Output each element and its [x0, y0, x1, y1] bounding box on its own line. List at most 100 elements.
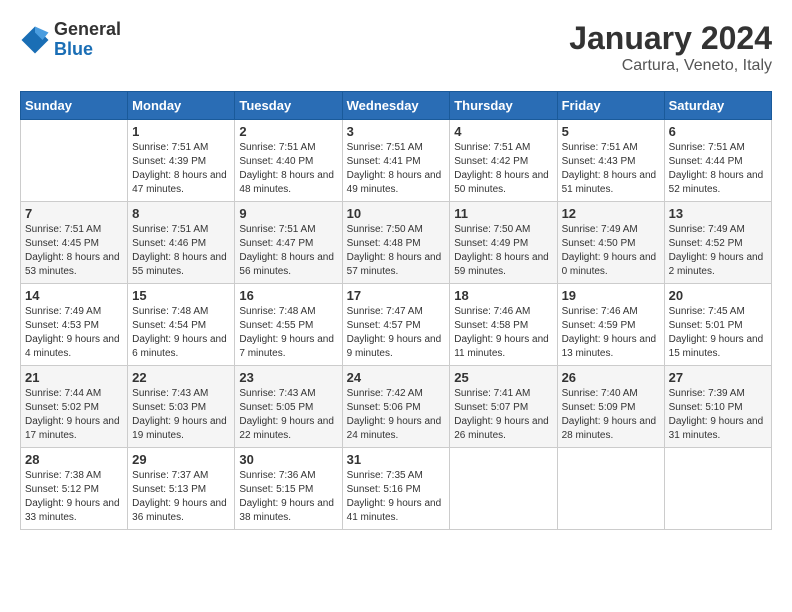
calendar-cell: 14 Sunrise: 7:49 AM Sunset: 4:53 PM Dayli…	[21, 284, 128, 366]
calendar-cell	[664, 448, 771, 530]
week-row-1: 7Sunrise: 7:51 AM Sunset: 4:45 PM Daylig…	[21, 202, 772, 284]
day-info: Sunrise: 7:49 AM Sunset: 4:50 PM Dayligh…	[562, 223, 660, 279]
calendar-cell: 24 Sunrise: 7:42 AM Sunset: 5:06 PM Dayli…	[342, 366, 450, 448]
calendar-cell: 11Sunrise: 7:50 AM Sunset: 4:49 PM Dayli…	[450, 202, 557, 284]
day-info: Sunrise: 7:47 AM Sunset: 4:57 PM Dayligh…	[347, 305, 446, 361]
day-info: Sunrise: 7:51 AM Sunset: 4:41 PM Dayligh…	[347, 141, 446, 197]
day-info: Sunrise: 7:48 AM Sunset: 4:55 PM Dayligh…	[239, 305, 337, 361]
day-info: Sunrise: 7:48 AM Sunset: 4:54 PM Dayligh…	[132, 305, 230, 361]
calendar-cell: 30Sunrise: 7:36 AM Sunset: 5:15 PM Dayli…	[235, 448, 342, 530]
day-number: 2	[239, 124, 337, 139]
calendar-cell	[21, 120, 128, 202]
day-info: Sunrise: 7:43 AM Sunset: 5:03 PM Dayligh…	[132, 387, 230, 443]
header-monday: Monday	[128, 92, 235, 120]
day-info: Sunrise: 7:51 AM Sunset: 4:43 PM Dayligh…	[562, 141, 660, 197]
day-number: 16	[239, 288, 337, 303]
day-number: 10	[347, 206, 446, 221]
calendar-cell: 17 Sunrise: 7:47 AM Sunset: 4:57 PM Dayli…	[342, 284, 450, 366]
day-number: 7	[25, 206, 123, 221]
calendar-cell	[557, 448, 664, 530]
day-number: 1	[132, 124, 230, 139]
calendar-cell: 2 Sunrise: 7:51 AM Sunset: 4:40 PM Daylig…	[235, 120, 342, 202]
day-number: 17	[347, 288, 446, 303]
calendar-cell: 21Sunrise: 7:44 AM Sunset: 5:02 PM Dayli…	[21, 366, 128, 448]
week-row-3: 21Sunrise: 7:44 AM Sunset: 5:02 PM Dayli…	[21, 366, 772, 448]
day-number: 24	[347, 370, 446, 385]
calendar-cell: 8Sunrise: 7:51 AM Sunset: 4:46 PM Daylig…	[128, 202, 235, 284]
day-number: 8	[132, 206, 230, 221]
day-info: Sunrise: 7:44 AM Sunset: 5:02 PM Dayligh…	[25, 387, 123, 443]
calendar-cell: 23 Sunrise: 7:43 AM Sunset: 5:05 PM Dayli…	[235, 366, 342, 448]
day-number: 14	[25, 288, 123, 303]
calendar-body: 1 Sunrise: 7:51 AM Sunset: 4:39 PM Daylig…	[21, 120, 772, 530]
calendar-cell: 7Sunrise: 7:51 AM Sunset: 4:45 PM Daylig…	[21, 202, 128, 284]
calendar-cell: 6 Sunrise: 7:51 AM Sunset: 4:44 PM Daylig…	[664, 120, 771, 202]
page-header: General Blue January 2024 Cartura, Venet…	[20, 20, 772, 75]
calendar-cell: 18 Sunrise: 7:46 AM Sunset: 4:58 PM Dayli…	[450, 284, 557, 366]
day-number: 29	[132, 452, 230, 467]
page-subtitle: Cartura, Veneto, Italy	[569, 57, 772, 75]
day-number: 13	[669, 206, 767, 221]
day-info: Sunrise: 7:35 AM Sunset: 5:16 PM Dayligh…	[347, 469, 446, 525]
logo-blue: Blue	[54, 40, 121, 60]
day-number: 9	[239, 206, 337, 221]
calendar-cell: 9 Sunrise: 7:51 AM Sunset: 4:47 PM Daylig…	[235, 202, 342, 284]
day-info: Sunrise: 7:46 AM Sunset: 4:59 PM Dayligh…	[562, 305, 660, 361]
logo-text: General Blue	[54, 20, 121, 60]
header-tuesday: Tuesday	[235, 92, 342, 120]
header-friday: Friday	[557, 92, 664, 120]
day-number: 6	[669, 124, 767, 139]
calendar-cell: 1 Sunrise: 7:51 AM Sunset: 4:39 PM Daylig…	[128, 120, 235, 202]
day-number: 27	[669, 370, 767, 385]
day-info: Sunrise: 7:51 AM Sunset: 4:42 PM Dayligh…	[454, 141, 552, 197]
logo-general: General	[54, 20, 121, 40]
calendar-cell: 25 Sunrise: 7:41 AM Sunset: 5:07 PM Dayli…	[450, 366, 557, 448]
calendar-cell: 15 Sunrise: 7:48 AM Sunset: 4:54 PM Dayli…	[128, 284, 235, 366]
day-info: Sunrise: 7:49 AM Sunset: 4:53 PM Dayligh…	[25, 305, 123, 361]
day-number: 25	[454, 370, 552, 385]
day-number: 30	[239, 452, 337, 467]
day-info: Sunrise: 7:51 AM Sunset: 4:39 PM Dayligh…	[132, 141, 230, 197]
day-info: Sunrise: 7:43 AM Sunset: 5:05 PM Dayligh…	[239, 387, 337, 443]
calendar-cell: 12 Sunrise: 7:49 AM Sunset: 4:50 PM Dayli…	[557, 202, 664, 284]
day-number: 26	[562, 370, 660, 385]
day-number: 4	[454, 124, 552, 139]
day-number: 15	[132, 288, 230, 303]
calendar-cell: 5 Sunrise: 7:51 AM Sunset: 4:43 PM Daylig…	[557, 120, 664, 202]
day-info: Sunrise: 7:46 AM Sunset: 4:58 PM Dayligh…	[454, 305, 552, 361]
day-info: Sunrise: 7:50 AM Sunset: 4:49 PM Dayligh…	[454, 223, 552, 279]
calendar-cell: 10Sunrise: 7:50 AM Sunset: 4:48 PM Dayli…	[342, 202, 450, 284]
header-thursday: Thursday	[450, 92, 557, 120]
day-info: Sunrise: 7:51 AM Sunset: 4:44 PM Dayligh…	[669, 141, 767, 197]
header-saturday: Saturday	[664, 92, 771, 120]
day-number: 20	[669, 288, 767, 303]
day-number: 31	[347, 452, 446, 467]
day-number: 12	[562, 206, 660, 221]
day-info: Sunrise: 7:45 AM Sunset: 5:01 PM Dayligh…	[669, 305, 767, 361]
logo-icon	[20, 25, 50, 55]
day-number: 18	[454, 288, 552, 303]
day-number: 23	[239, 370, 337, 385]
day-info: Sunrise: 7:51 AM Sunset: 4:40 PM Dayligh…	[239, 141, 337, 197]
day-info: Sunrise: 7:39 AM Sunset: 5:10 PM Dayligh…	[669, 387, 767, 443]
day-number: 19	[562, 288, 660, 303]
logo: General Blue	[20, 20, 121, 60]
week-row-4: 28 Sunrise: 7:38 AM Sunset: 5:12 PM Dayli…	[21, 448, 772, 530]
day-info: Sunrise: 7:49 AM Sunset: 4:52 PM Dayligh…	[669, 223, 767, 279]
header-sunday: Sunday	[21, 92, 128, 120]
day-number: 22	[132, 370, 230, 385]
day-number: 5	[562, 124, 660, 139]
day-number: 28	[25, 452, 123, 467]
days-header-row: SundayMondayTuesdayWednesdayThursdayFrid…	[21, 92, 772, 120]
day-info: Sunrise: 7:42 AM Sunset: 5:06 PM Dayligh…	[347, 387, 446, 443]
calendar-cell: 3Sunrise: 7:51 AM Sunset: 4:41 PM Daylig…	[342, 120, 450, 202]
calendar-cell: 29 Sunrise: 7:37 AM Sunset: 5:13 PM Dayli…	[128, 448, 235, 530]
calendar-cell: 26 Sunrise: 7:40 AM Sunset: 5:09 PM Dayli…	[557, 366, 664, 448]
day-info: Sunrise: 7:40 AM Sunset: 5:09 PM Dayligh…	[562, 387, 660, 443]
day-info: Sunrise: 7:38 AM Sunset: 5:12 PM Dayligh…	[25, 469, 123, 525]
calendar-cell: 13 Sunrise: 7:49 AM Sunset: 4:52 PM Dayli…	[664, 202, 771, 284]
calendar-cell: 27 Sunrise: 7:39 AM Sunset: 5:10 PM Dayli…	[664, 366, 771, 448]
day-info: Sunrise: 7:41 AM Sunset: 5:07 PM Dayligh…	[454, 387, 552, 443]
day-info: Sunrise: 7:37 AM Sunset: 5:13 PM Dayligh…	[132, 469, 230, 525]
day-info: Sunrise: 7:51 AM Sunset: 4:47 PM Dayligh…	[239, 223, 337, 279]
